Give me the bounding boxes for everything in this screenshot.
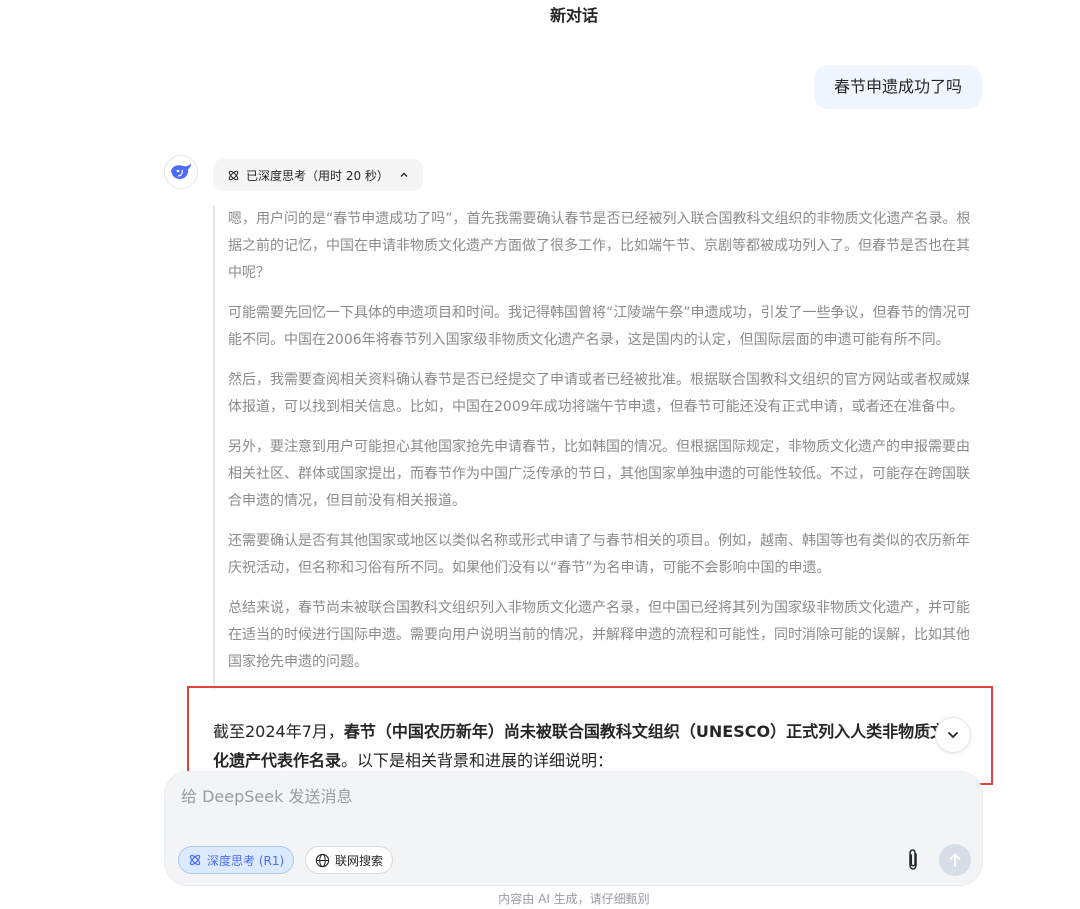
answer-prefix: 截至2024年7月， <box>213 722 344 741</box>
send-button[interactable] <box>939 844 971 876</box>
thinking-content: 嗯，用户问的是“春节申遗成功了吗”，首先我需要确认春节是否已经被列入联合国教科文… <box>213 206 983 689</box>
arrow-up-icon <box>949 853 961 867</box>
web-search-label: 联网搜索 <box>335 853 384 868</box>
page-title: 新对话 <box>549 6 598 25</box>
attachment-button[interactable] <box>901 847 925 873</box>
thinking-paragraph: 总结来说，春节尚未被联合国教科文组织列入非物质文化遗产名录，但中国已经将其列为国… <box>228 600 970 670</box>
deep-think-label: 深度思考 (R1) <box>207 853 285 868</box>
thinking-paragraph: 另外，要注意到用户可能担心其他国家抢先申请春节，比如韩国的情况。但根据国际规定，… <box>228 439 970 509</box>
deep-think-icon <box>189 854 201 866</box>
answer-suffix: 。以下是相关背景和进展的详细说明： <box>341 751 614 770</box>
scroll-to-bottom-button[interactable] <box>935 717 971 753</box>
thinking-paragraph: 可能需要先回忆一下具体的申遗项目和时间。我记得韩国曾将“江陵端午祭”申遗成功，引… <box>228 305 971 348</box>
chevron-down-icon <box>948 732 958 739</box>
message-composer: 深度思考 (R1) 联网搜索 <box>164 771 983 886</box>
message-input[interactable] <box>181 787 941 806</box>
deep-think-button[interactable]: 深度思考 (R1) <box>178 846 295 874</box>
thinking-status-label: 已深度思考（用时 20 秒） <box>246 168 389 183</box>
deepseek-avatar <box>164 155 198 189</box>
chevron-up-icon <box>399 170 409 180</box>
thinking-paragraph: 还需要确认是否有其他国家或地区以类似名称或形式申请了与春节相关的项目。例如，越南… <box>228 533 970 576</box>
thinking-paragraph: 嗯，用户问的是“春节申遗成功了吗”，首先我需要确认春节是否已经被列入联合国教科文… <box>228 211 971 281</box>
deep-think-icon <box>228 170 239 180</box>
user-message-bubble: 春节申遗成功了吗 <box>813 65 982 109</box>
answer-text: 截至2024年7月，春节（中国农历新年）尚未被联合国教科文组织（UNESCO）正… <box>213 717 953 775</box>
globe-icon <box>315 853 330 867</box>
web-search-button[interactable]: 联网搜索 <box>305 846 394 874</box>
paperclip-icon <box>909 849 917 870</box>
deepseek-whale-icon <box>171 163 191 179</box>
thinking-toggle[interactable]: 已深度思考（用时 20 秒） <box>213 159 423 191</box>
thinking-paragraph: 然后，我需要查阅相关资料确认春节是否已经提交了申请或者已经被批准。根据联合国教科… <box>228 372 970 415</box>
ai-disclaimer: 内容由 AI 生成，请仔细甄别 <box>498 892 650 906</box>
